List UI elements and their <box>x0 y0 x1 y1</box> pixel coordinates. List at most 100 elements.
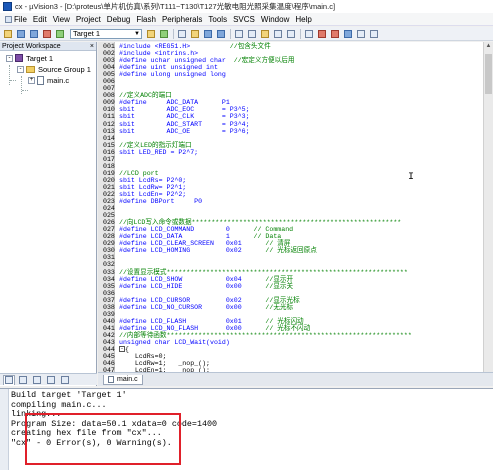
debug-button[interactable] <box>316 28 327 39</box>
menu-svcs[interactable]: SVCS <box>230 15 258 24</box>
code-line[interactable]: 035 #define LCD_HIDE 0x00 //显示关 <box>103 283 412 290</box>
copy-button[interactable] <box>246 28 257 39</box>
save-all-button[interactable] <box>215 28 226 39</box>
code-line[interactable]: 042 //内部等待函数*****************************… <box>103 332 412 339</box>
code-line[interactable]: 011 sbit ADC_CLK = P3^3; <box>103 113 412 120</box>
code-line[interactable]: 026 //向LCD写入命令或数据************************… <box>103 219 412 226</box>
code-line[interactable]: 030 #define LCD_HOMING 0x02 // 光标返回原点 <box>103 247 412 254</box>
tab-files[interactable] <box>3 374 15 385</box>
code-text[interactable]: 001 #include <REG51.H> //包含头文件 002 #include… <box>103 43 412 381</box>
code-line[interactable]: 040 #define LCD_FLASH 0x01 // 光标闪动 <box>103 318 412 325</box>
code-line[interactable]: 039 <box>103 311 412 318</box>
redo-button[interactable] <box>285 28 296 39</box>
code-content: #define DBPort P0 <box>119 198 203 206</box>
file-menu-icon <box>5 15 12 23</box>
code-line[interactable]: 037 #define LCD_CURSOR 0x02 //显示光标 <box>103 297 412 304</box>
line-number: 007 <box>103 85 115 93</box>
save-button[interactable] <box>202 28 213 39</box>
outdent-button[interactable] <box>368 28 379 39</box>
cut-button[interactable] <box>233 28 244 39</box>
undo-button[interactable] <box>272 28 283 39</box>
editor-vertical-scrollbar[interactable]: ▲ <box>483 42 493 372</box>
tab-books[interactable] <box>31 375 43 385</box>
menu-help[interactable]: Help <box>292 15 314 24</box>
code-line[interactable]: 034 #define LCD_SHOW 0x04 //显示开 <box>103 276 412 283</box>
code-line[interactable]: 031 <box>103 254 412 261</box>
code-line[interactable]: 018 <box>103 163 412 170</box>
code-line[interactable]: 024 <box>103 205 412 212</box>
code-line[interactable]: 005 #define ulong unsigned long <box>103 71 412 78</box>
code-line[interactable]: 021 sbit LcdRw= P2^1; <box>103 184 412 191</box>
paste-button[interactable] <box>259 28 270 39</box>
stop-build-button[interactable] <box>41 28 52 39</box>
redo-icon <box>286 29 295 38</box>
bookmark-button[interactable] <box>342 28 353 39</box>
menu-window[interactable]: Window <box>258 15 292 24</box>
code-line[interactable]: 046 LcdRw=1; _nop_(); <box>103 360 412 367</box>
menu-peripherals[interactable]: Peripherals <box>159 15 205 24</box>
highlight-annotation-box <box>25 413 181 465</box>
download-button[interactable] <box>54 28 65 39</box>
collapse-icon[interactable]: - <box>17 65 24 73</box>
target-options-button[interactable] <box>145 28 156 39</box>
line-number: 032 <box>103 261 115 269</box>
indent-button[interactable] <box>355 28 366 39</box>
close-icon[interactable]: × <box>90 43 94 50</box>
menu-file[interactable]: File <box>2 15 30 24</box>
new-file-button[interactable] <box>176 28 187 39</box>
tab-regs[interactable] <box>17 375 29 385</box>
menu-view[interactable]: View <box>50 15 73 24</box>
code-line[interactable]: 044-{ <box>103 346 412 353</box>
code-content: LcdRs=0; <box>119 353 167 361</box>
breakpoint-button[interactable] <box>329 28 340 39</box>
menu-debug[interactable]: Debug <box>104 15 134 24</box>
code-line[interactable]: 043 unsigned char LCD_Wait(void) <box>103 339 412 346</box>
code-content: #define LCD_CURSOR 0x02 <box>119 296 266 304</box>
code-line[interactable]: 017 <box>103 156 412 163</box>
code-line[interactable]: 041 #define LCD_NO_FLASH 0x00 // 光标不闪动 <box>103 325 412 332</box>
code-line[interactable]: 016 sbit LED_RED = P2^7; <box>103 149 412 156</box>
find-button[interactable] <box>303 28 314 39</box>
code-line[interactable]: 012 sbit ADC_START = P3^4; <box>103 121 412 128</box>
tree-item-source-group[interactable]: - Source Group 1 <box>17 64 91 74</box>
expand-icon[interactable]: + <box>28 76 35 84</box>
code-line[interactable]: 036 <box>103 290 412 297</box>
menu-tools[interactable]: Tools <box>205 15 230 24</box>
code-line[interactable]: 038 #define LCD_NO_CURSOR 0x00 //无光标 <box>103 304 412 311</box>
tab-templates[interactable] <box>59 375 71 385</box>
menu-project[interactable]: Project <box>73 15 104 24</box>
rebuild-button[interactable] <box>28 28 39 39</box>
tab-main-c[interactable]: main.c <box>103 374 143 385</box>
code-line[interactable]: 004 #define uint unsigned int <box>103 64 412 71</box>
code-line[interactable]: 001 #include <REG51.H> //包含头文件 <box>103 43 412 50</box>
tab-functions[interactable] <box>45 375 57 385</box>
code-line[interactable]: 023 #define DBPort P0 <box>103 198 412 205</box>
menu-flash[interactable]: Flash <box>133 15 159 24</box>
open-file-button[interactable] <box>189 28 200 39</box>
translate-button[interactable] <box>2 28 13 39</box>
collapse-icon[interactable]: - <box>6 54 13 62</box>
scroll-up-icon[interactable]: ▲ <box>484 42 493 51</box>
tree-item-target[interactable]: - Target 1 <box>6 53 53 63</box>
code-line[interactable]: 045 LcdRs=0; <box>103 353 412 360</box>
code-editor[interactable]: 001 #include <REG51.H> //包含头文件 002 #include… <box>98 42 483 381</box>
code-line[interactable]: 032 <box>103 261 412 268</box>
tree-item-main-c[interactable]: + main.c <box>28 75 69 85</box>
code-line[interactable]: 015 //定义LED的指示灯端口 <box>103 142 412 149</box>
target-select[interactable]: Target 1 ▼ <box>70 28 142 39</box>
code-line[interactable]: 020 sbit LcdRs= P2^0; <box>103 177 412 184</box>
code-line[interactable]: 027 #define LCD_COMMAND 0 // Command <box>103 226 412 233</box>
code-line[interactable]: 014 <box>103 135 412 142</box>
scroll-thumb[interactable] <box>485 54 492 94</box>
code-line[interactable]: 003 #define uchar unsigned char //宏定义方便以后… <box>103 57 412 64</box>
build-button[interactable] <box>15 28 26 39</box>
code-line[interactable]: 022 sbit LcdEn= P2^2; <box>103 191 412 198</box>
code-line[interactable]: 006 <box>103 78 412 85</box>
code-line[interactable]: 013 sbit ADC_OE = P3^6; <box>103 128 412 135</box>
files-tab-icon <box>5 376 13 384</box>
code-line[interactable]: 008 //定义ADC的端口 <box>103 92 412 99</box>
manage-components-button[interactable] <box>158 28 169 39</box>
menu-edit[interactable]: Edit <box>30 15 50 24</box>
code-line[interactable]: 033 //设置显示模式*****************************… <box>103 269 412 276</box>
code-line[interactable]: 019 //LCD port <box>103 170 412 177</box>
